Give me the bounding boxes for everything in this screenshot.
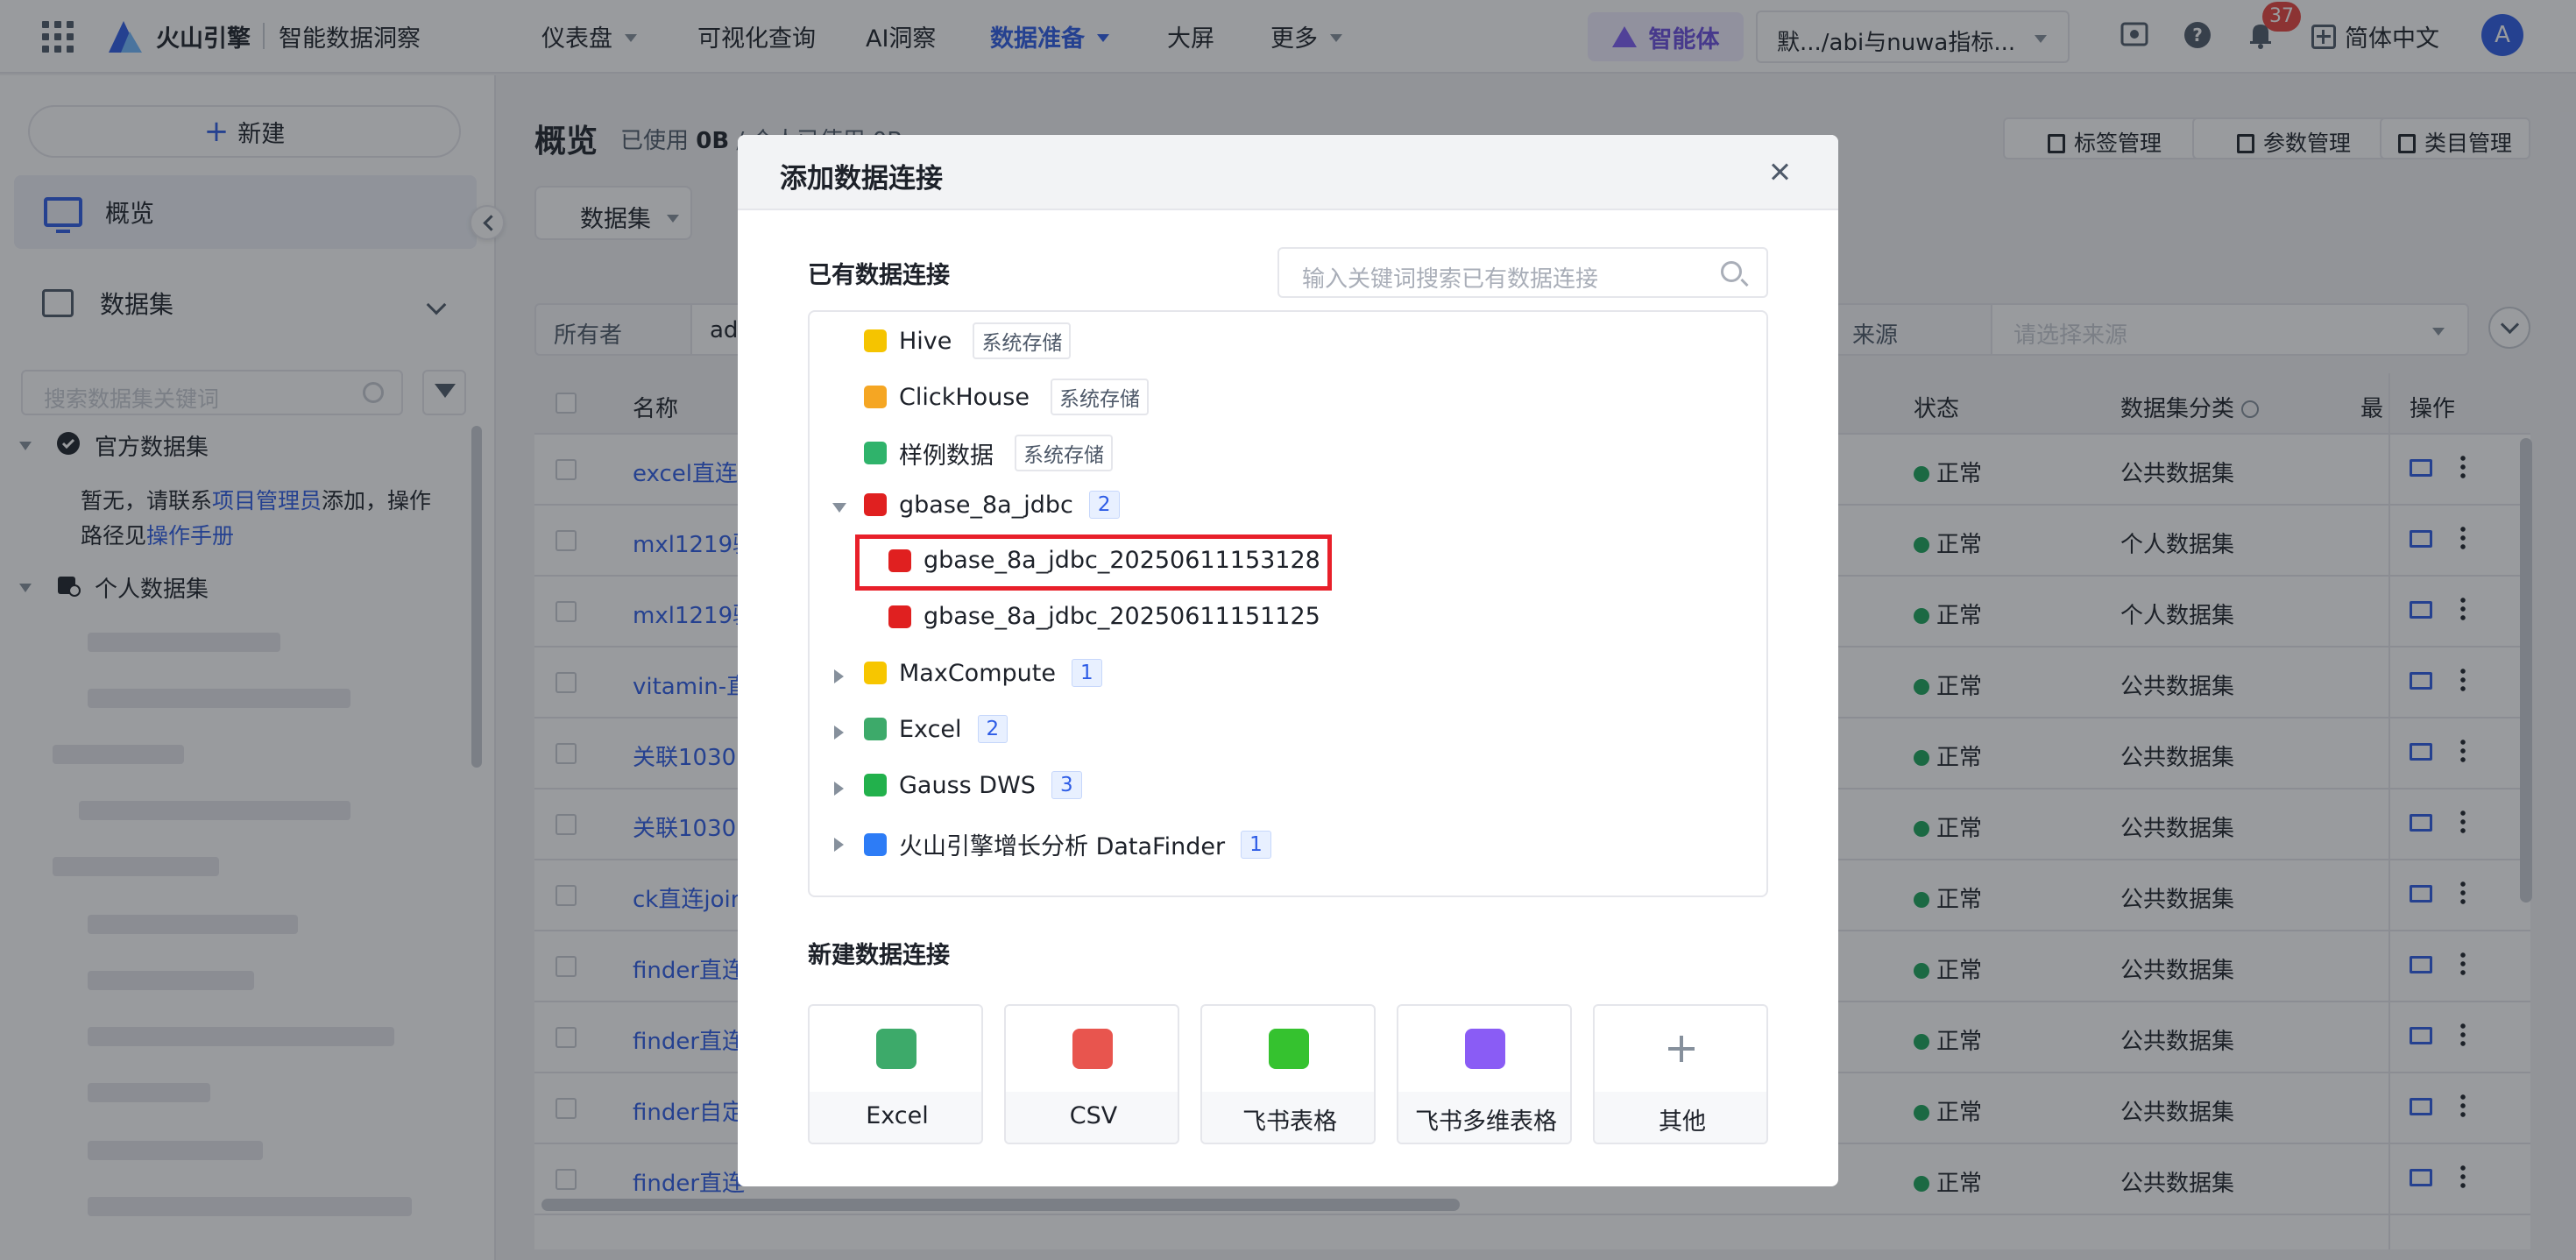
tree-node-sample-data[interactable]: 样例数据 系统存储 — [864, 435, 1113, 471]
hive-icon — [864, 329, 887, 352]
gbase-icon — [864, 493, 887, 516]
new-other-card[interactable]: 其他 — [1593, 1004, 1768, 1144]
tree-node-excel[interactable]: Excel 2 — [864, 715, 1008, 743]
connection-tree: Hive 系统存储 ClickHouse 系统存储 样例数据 系统存储 gbase_8… — [808, 310, 1768, 897]
gauss-dws-icon — [864, 774, 887, 796]
new-connection-types: Excel CSV 飞书表格 飞书多维表格 其他 — [808, 1004, 1768, 1148]
close-icon[interactable] — [1765, 156, 1794, 186]
new-connection-title: 新建数据连接 — [808, 942, 950, 969]
dialog-title: 添加数据连接 — [780, 163, 943, 195]
new-feishu-sheet-card[interactable]: 飞书表格 — [1200, 1004, 1376, 1144]
new-csv-card[interactable]: CSV — [1004, 1004, 1179, 1144]
existing-connections-title: 已有数据连接 — [808, 262, 950, 289]
plus-icon — [1661, 1029, 1702, 1069]
expand-caret-icon[interactable] — [834, 726, 844, 740]
tree-node-gauss-dws[interactable]: Gauss DWS 3 — [864, 771, 1082, 799]
connection-search-input[interactable]: 输入关键词搜索已有数据连接 — [1277, 247, 1768, 298]
tree-node-gbase-child-2[interactable]: gbase_8a_jdbc_20250611151125 — [888, 603, 1320, 630]
csv-icon — [1072, 1029, 1113, 1069]
datafinder-icon — [864, 832, 887, 856]
tree-node-clickhouse[interactable]: ClickHouse 系统存储 — [864, 379, 1149, 415]
tree-node-gbase[interactable]: gbase_8a_jdbc 2 — [864, 491, 1120, 519]
highlight-box — [855, 534, 1332, 591]
tree-node-datafinder[interactable]: 火山引擎增长分析 DataFinder 1 — [864, 827, 1271, 861]
expand-caret-icon[interactable] — [834, 838, 844, 852]
add-connection-dialog: 添加数据连接 已有数据连接 输入关键词搜索已有数据连接 Hive 系统存储 Cli… — [738, 135, 1838, 1186]
dialog-header: 添加数据连接 — [738, 135, 1838, 210]
excel-icon — [864, 718, 887, 740]
new-feishu-bitable-card[interactable]: 飞书多维表格 — [1397, 1004, 1572, 1144]
tree-node-hive[interactable]: Hive 系统存储 — [864, 322, 1072, 359]
tree-node-maxcompute[interactable]: MaxCompute 1 — [864, 659, 1102, 687]
feishu-bitable-icon — [1465, 1029, 1505, 1069]
clickhouse-icon — [864, 386, 887, 408]
gbase-icon — [888, 605, 911, 628]
expand-caret-icon[interactable] — [834, 669, 844, 683]
search-icon — [1721, 261, 1742, 282]
new-excel-card[interactable]: Excel — [808, 1004, 983, 1144]
maxcompute-icon — [864, 662, 887, 684]
excel-icon — [876, 1029, 916, 1069]
feishu-sheet-icon — [1269, 1029, 1309, 1069]
sample-data-icon — [864, 442, 887, 464]
expand-caret-icon[interactable] — [834, 782, 844, 796]
collapse-caret-icon[interactable] — [832, 503, 846, 513]
